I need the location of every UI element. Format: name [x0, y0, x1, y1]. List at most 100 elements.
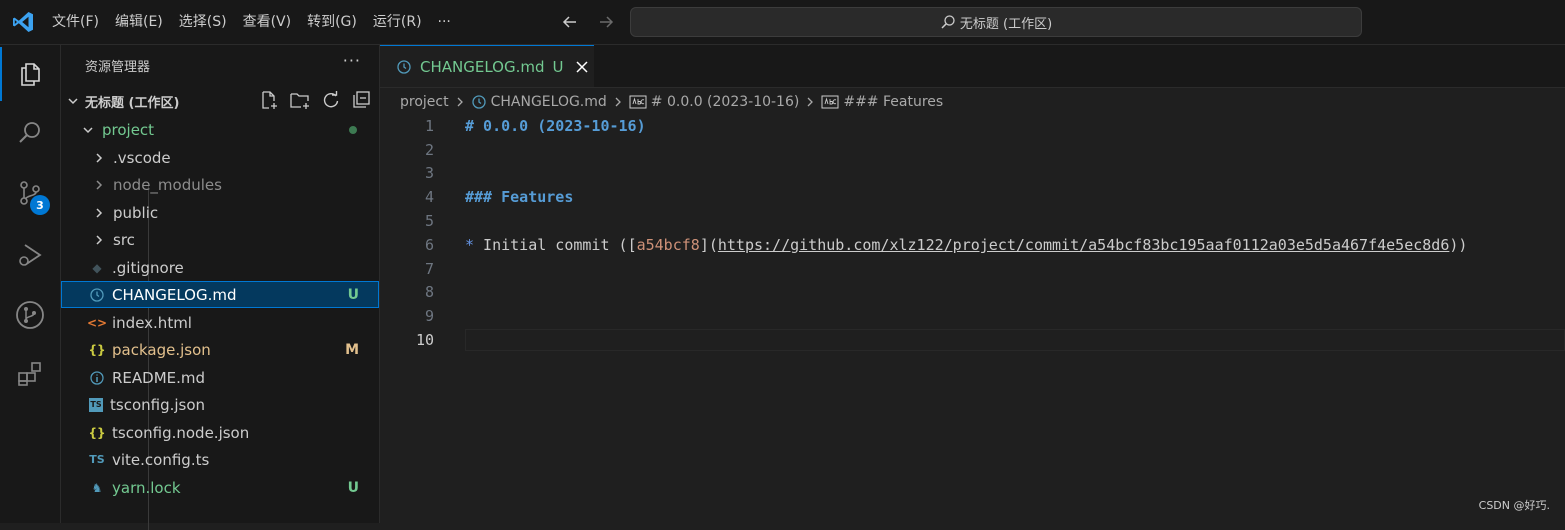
search-icon: [19, 122, 40, 143]
chevron-right-icon: [96, 179, 103, 190]
info-file-icon: [90, 370, 104, 385]
watermark: CSDN @好巧.: [1478, 499, 1550, 512]
chevron-right-icon: [807, 97, 814, 107]
run-debug-activity[interactable]: [0, 228, 60, 282]
breadcrumb-heading-1[interactable]: # 0.0.0 (2023-10-16): [651, 94, 800, 110]
menu-view[interactable]: 查看(V): [235, 0, 300, 44]
code-line: 10: [415, 331, 434, 349]
navigation: [556, 0, 620, 44]
changelog-file-icon: [90, 287, 104, 302]
tree-item-tsconfig[interactable]: TS tsconfig.json: [61, 391, 379, 418]
explorer-title: 资源管理器: [85, 60, 151, 75]
title-bar: 文件(F) 编辑(E) 选择(S) 查看(V) 转到(G) 运行(R) ··· …: [0, 0, 1565, 45]
tree-item-src[interactable]: src: [61, 226, 379, 253]
extensions-icon: [18, 362, 41, 386]
tree-item-package-json[interactable]: {} package.json M: [61, 336, 379, 363]
menu-selection[interactable]: 选择(S): [171, 0, 235, 44]
chevron-right-icon: [96, 152, 103, 163]
chevron-down-icon: [68, 98, 78, 105]
commit-link[interactable]: https://github.com/xlz122/project/commit…: [718, 236, 1450, 254]
yarn-file-icon: ♞: [91, 480, 103, 495]
arrow-left-icon: [562, 16, 576, 28]
menu-more[interactable]: ···: [430, 0, 459, 44]
close-icon[interactable]: [575, 60, 589, 74]
back-button[interactable]: [556, 8, 584, 36]
modified-status: M: [345, 341, 359, 358]
chevron-right-icon: [457, 97, 463, 107]
run-debug-icon: [19, 244, 42, 266]
tree-item-yarn-lock[interactable]: ♞ yarn.lock U: [61, 474, 379, 501]
tree-item-vite-config[interactable]: TS vite.config.ts: [61, 446, 379, 473]
ts-config-file-icon: TS: [89, 397, 103, 412]
source-control-activity[interactable]: [0, 166, 60, 220]
arrow-right-icon: [600, 16, 614, 28]
folder-project[interactable]: project: [61, 116, 379, 143]
breadcrumb-project[interactable]: project: [400, 94, 449, 110]
source-control-badge: 3: [30, 195, 50, 215]
refresh-icon[interactable]: [321, 90, 341, 110]
command-center[interactable]: 无标题 (工作区): [630, 7, 1362, 37]
typescript-file-icon: TS: [89, 453, 105, 466]
tree-item-vscode[interactable]: .vscode: [61, 144, 379, 171]
explorer-sidebar: 资源管理器 ··· 无标题 (工作区) project .vscode node…: [61, 45, 380, 530]
tab-changelog[interactable]: CHANGELOG.md U: [380, 45, 594, 87]
chevron-right-icon: [615, 97, 621, 107]
menu-run[interactable]: 运行(R): [365, 0, 430, 44]
untracked-status: U: [347, 286, 359, 303]
search-icon: [941, 15, 955, 29]
tree-item-gitignore[interactable]: ◆ .gitignore: [61, 254, 379, 281]
workspace-label: 无标题 (工作区): [85, 95, 180, 111]
collapse-all-icon[interactable]: [351, 90, 371, 110]
code-line: 1 # 0.0.0 (2023-10-16): [424, 117, 646, 135]
code-line: 8: [424, 283, 434, 301]
changelog-file-icon: [471, 95, 486, 109]
activity-bar: 3: [0, 45, 61, 523]
modified-dot: [349, 125, 357, 134]
code-line: 4 ### Features: [424, 188, 574, 206]
search-activity[interactable]: [0, 106, 60, 160]
chevron-down-icon: [83, 126, 93, 133]
breadcrumb-file[interactable]: CHANGELOG.md: [491, 94, 607, 110]
tree-item-readme[interactable]: README.md: [61, 364, 379, 391]
breadcrumb: project CHANGELOG.md # 0.0.0 (2023-10-16…: [400, 90, 943, 114]
forward-button[interactable]: [592, 8, 620, 36]
tree-item-node-modules[interactable]: node_modules: [61, 171, 379, 198]
code-line: 2: [424, 141, 434, 159]
menu-file[interactable]: 文件(F): [44, 0, 107, 44]
untracked-status: U: [347, 479, 359, 496]
breadcrumb-heading-2[interactable]: ### Features: [843, 94, 943, 110]
git-graph-activity[interactable]: [0, 288, 60, 342]
tab-label: CHANGELOG.md: [420, 57, 545, 76]
html-file-icon: <>: [86, 315, 108, 330]
code-line: 7: [424, 260, 434, 278]
workspace-actions: [259, 90, 371, 110]
workspace-header[interactable]: 无标题 (工作区): [61, 89, 379, 113]
files-icon: [21, 63, 40, 86]
new-folder-icon[interactable]: [289, 90, 311, 110]
json-file-icon: {}: [88, 425, 106, 440]
menu-go[interactable]: 转到(G): [299, 0, 365, 44]
tree-item-changelog[interactable]: CHANGELOG.md U: [61, 281, 379, 308]
code-line: 5: [424, 212, 434, 230]
extensions-activity[interactable]: [0, 347, 60, 401]
string-symbol-icon: [629, 95, 647, 109]
command-center-label: 无标题 (工作区): [959, 16, 1053, 32]
tree-item-public[interactable]: public: [61, 199, 379, 226]
code-line: 3: [424, 164, 434, 182]
new-file-icon[interactable]: [259, 90, 279, 110]
changelog-file-icon: [397, 59, 411, 74]
explorer-more-button[interactable]: ···: [343, 51, 361, 70]
chevron-right-icon: [96, 234, 103, 245]
tree-item-tsconfig-node[interactable]: {} tsconfig.node.json: [61, 419, 379, 446]
tree-item-index-html[interactable]: <> index.html: [61, 309, 379, 336]
json-file-icon: {}: [88, 342, 106, 357]
tab-status: U: [552, 57, 564, 76]
explorer-activity[interactable]: [0, 47, 60, 101]
editor-tab-bar: CHANGELOG.md U: [380, 45, 1565, 88]
menu-edit[interactable]: 编辑(E): [107, 0, 171, 44]
code-line: 9: [424, 307, 434, 325]
chevron-right-icon: [96, 207, 103, 218]
git-graph-icon: [16, 301, 44, 329]
string-symbol-icon: [821, 95, 839, 109]
vscode-logo-icon: [13, 12, 33, 32]
